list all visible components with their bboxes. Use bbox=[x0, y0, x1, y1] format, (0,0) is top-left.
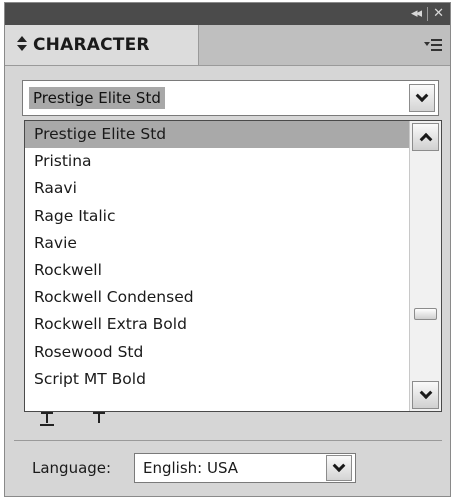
skew-icon[interactable] bbox=[92, 412, 106, 426]
list-item[interactable]: Rockwell Condensed bbox=[25, 284, 409, 311]
panel-title: CHARACTER bbox=[33, 35, 150, 55]
tab-character[interactable]: CHARACTER bbox=[5, 25, 199, 65]
baseline-shift-icon[interactable] bbox=[40, 412, 54, 426]
panel-titlebar: ◂◂ ✕ bbox=[5, 3, 450, 25]
list-item[interactable]: Rosewood Std bbox=[25, 339, 409, 366]
language-label: Language: bbox=[32, 459, 112, 477]
font-family-dropdown[interactable]: Prestige Elite Std bbox=[22, 80, 439, 116]
language-value[interactable]: English: USA bbox=[143, 459, 238, 477]
chevron-down-icon bbox=[415, 89, 429, 103]
language-dropdown-button[interactable] bbox=[326, 455, 352, 481]
language-dropdown[interactable]: English: USA bbox=[134, 453, 356, 483]
scrollbar-thumb[interactable] bbox=[414, 308, 437, 320]
font-family-list: Prestige Elite Std Pristina Raavi Rage I… bbox=[24, 120, 442, 412]
titlebar-divider bbox=[427, 7, 428, 21]
font-list-scrollbar[interactable] bbox=[409, 121, 441, 411]
list-item[interactable]: Rockwell bbox=[25, 257, 409, 284]
collapse-panel-icon[interactable]: ◂◂ bbox=[411, 6, 422, 21]
expand-collapse-arrows-icon[interactable] bbox=[17, 36, 27, 54]
panel-tab-row: CHARACTER bbox=[5, 25, 450, 66]
font-family-selected-value[interactable]: Prestige Elite Std bbox=[29, 87, 165, 109]
chevron-up-icon bbox=[419, 132, 432, 146]
scroll-up-button[interactable] bbox=[412, 123, 439, 151]
list-item[interactable]: Ravie bbox=[25, 230, 409, 257]
font-family-dropdown-button[interactable] bbox=[409, 84, 435, 112]
list-item[interactable]: Pristina bbox=[25, 148, 409, 175]
list-item[interactable]: Script MT Bold bbox=[25, 366, 409, 393]
scroll-down-button[interactable] bbox=[412, 381, 439, 409]
panel-menu-icon[interactable] bbox=[424, 39, 442, 51]
partially-hidden-controls bbox=[36, 412, 116, 428]
font-list-items: Prestige Elite Std Pristina Raavi Rage I… bbox=[25, 121, 409, 393]
divider bbox=[14, 440, 442, 441]
chevron-down-icon bbox=[419, 386, 432, 400]
list-item[interactable]: Raavi bbox=[25, 175, 409, 202]
list-item[interactable]: Rockwell Extra Bold bbox=[25, 311, 409, 338]
list-item[interactable]: Rage Italic bbox=[25, 203, 409, 230]
close-icon[interactable]: ✕ bbox=[433, 6, 444, 21]
list-item[interactable]: Prestige Elite Std bbox=[25, 121, 409, 149]
chevron-down-icon bbox=[332, 459, 346, 473]
